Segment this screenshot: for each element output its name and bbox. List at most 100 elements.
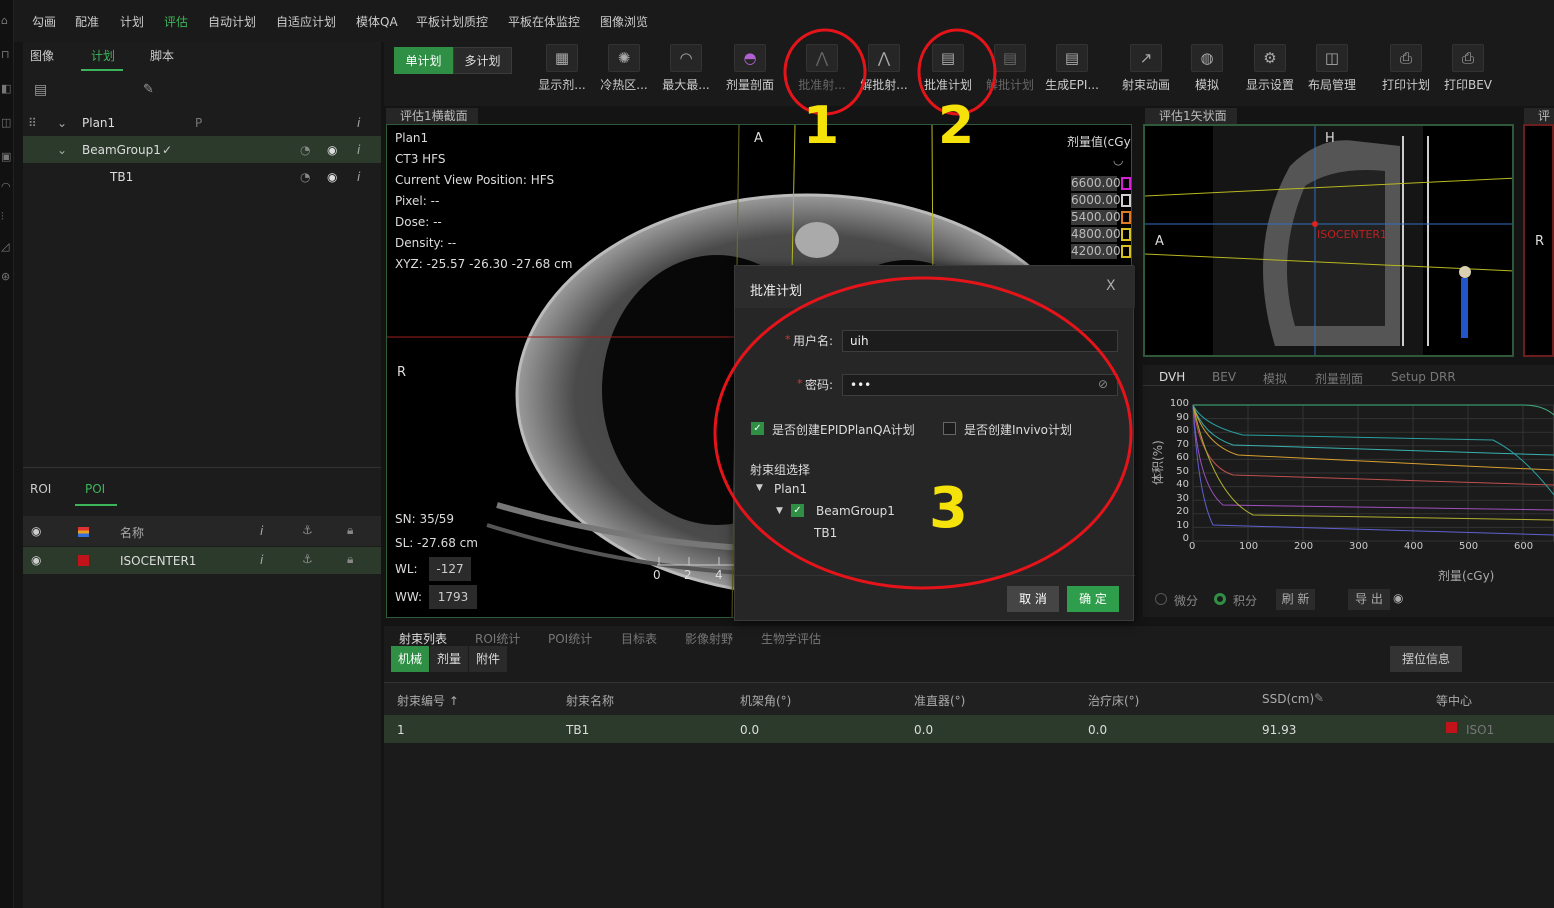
info-icon[interactable]: i — [260, 553, 263, 567]
subtab-dose[interactable]: 剂量 — [430, 646, 468, 672]
edit-icon[interactable]: ✎ — [143, 82, 154, 97]
new-plan-icon[interactable]: ▤ — [34, 82, 47, 98]
nav-icon[interactable]: ◧ — [1, 82, 11, 95]
tab-bev[interactable]: BEV — [1212, 370, 1236, 384]
menu-epid-plan-qc[interactable]: 平板计划质控 — [416, 13, 488, 30]
cancel-button[interactable]: 取 消 — [1007, 586, 1059, 612]
eye-icon[interactable]: ◉ — [31, 524, 41, 538]
eye-icon[interactable]: ◉ — [327, 143, 337, 157]
chevron-down-icon[interactable]: ⌄ — [57, 116, 67, 130]
nav-icon[interactable]: ⊓ — [1, 48, 10, 61]
tab-target-table[interactable]: 目标表 — [621, 630, 657, 647]
col-gantry[interactable]: 机架角(°) — [740, 692, 791, 709]
info-icon[interactable]: i — [357, 170, 360, 184]
tool-max-min[interactable]: ◠ 最大最... — [658, 42, 714, 106]
poi-row[interactable]: ◉ ISOCENTER1 i ⚓ 🔒︎ — [23, 547, 381, 574]
username-field[interactable]: uih — [842, 330, 1118, 352]
tool-hot-cold[interactable]: ✺ 冷热区... — [596, 42, 652, 106]
dvh-chart[interactable] — [1143, 395, 1554, 595]
tab-setup-drr[interactable]: Setup DRR — [1391, 370, 1456, 384]
tab-script[interactable]: 脚本 — [150, 47, 174, 64]
dose-level-row[interactable]: 6000.00 — [1071, 193, 1141, 209]
nav-icon[interactable]: ◿ — [1, 240, 9, 253]
dose-level-row[interactable]: 4800.00 — [1071, 227, 1141, 243]
differential-radio[interactable] — [1155, 593, 1167, 605]
lock-icon[interactable]: 🔒︎ — [347, 552, 353, 567]
col-collimator[interactable]: 准直器(°) — [914, 692, 965, 709]
tool-beam-animation[interactable]: ↗ 射束动画 — [1114, 42, 1178, 106]
chevron-down-icon[interactable]: ▼ — [756, 483, 763, 493]
nav-icon[interactable]: ▣ — [1, 150, 11, 163]
col-beam-number[interactable]: 射束编号 ↑ — [397, 692, 459, 709]
cell-isocenter[interactable]: ISO1 — [1466, 723, 1494, 737]
tab-roi[interactable]: ROI — [30, 482, 51, 496]
invivo-checkbox[interactable] — [943, 422, 956, 435]
tab-image[interactable]: 图像 — [30, 47, 54, 64]
tool-unapprove-plan[interactable]: ▤ 解批计划 — [982, 42, 1038, 106]
tab-dvh[interactable]: DVH — [1159, 370, 1185, 384]
coronal-viewport[interactable]: R — [1523, 124, 1554, 357]
dose-level-row[interactable]: 6600.00 — [1071, 176, 1141, 192]
tab-image-field[interactable]: 影像射野 — [685, 630, 733, 647]
single-plan-button[interactable]: 单计划 — [394, 47, 453, 74]
menu-phantom-qa[interactable]: 模体QA — [356, 13, 398, 30]
epid-checkbox[interactable]: ✓ — [751, 422, 764, 435]
info-icon[interactable]: i — [357, 143, 360, 157]
export-button[interactable]: 导 出 — [1348, 589, 1390, 610]
subtab-accessory[interactable]: 附件 — [469, 646, 507, 672]
close-icon[interactable]: X — [1106, 278, 1116, 294]
nav-icon[interactable]: ◠ — [1, 180, 11, 193]
eye-icon[interactable]: ◉ — [327, 170, 337, 184]
tool-unapprove-beam[interactable]: ⋀ 解批射... — [856, 42, 912, 106]
info-icon[interactable]: i — [357, 116, 360, 130]
tool-print-plan[interactable]: ⎙ 打印计划 — [1376, 42, 1436, 106]
nav-icon[interactable]: ⊛ — [1, 270, 10, 283]
anchor-icon[interactable]: ⚓ — [302, 552, 313, 566]
edit-icon[interactable]: ✎ — [1314, 691, 1324, 705]
integral-radio[interactable] — [1214, 593, 1226, 605]
eye-hidden-icon[interactable]: ⊘ — [1098, 377, 1108, 391]
beam-dose-icon[interactable]: ◔ — [300, 143, 310, 157]
ok-button[interactable]: 确 定 — [1067, 586, 1119, 612]
chevron-down-icon[interactable]: ▼ — [776, 506, 783, 516]
refresh-button[interactable]: 刷 新 — [1276, 589, 1315, 610]
table-row[interactable] — [384, 715, 1554, 743]
tool-simulate[interactable]: ◍ 模拟 — [1182, 42, 1232, 106]
col-beam-name[interactable]: 射束名称 — [566, 692, 614, 709]
drag-handle-icon[interactable]: ⠿ — [28, 116, 37, 130]
dose-level-row[interactable]: 4200.00 — [1071, 244, 1141, 260]
beam-dose-icon[interactable]: ◔ — [300, 170, 310, 184]
tool-display-settings[interactable]: ⚙ 显示设置 — [1240, 42, 1300, 106]
menu-adaptive-plan[interactable]: 自适应计划 — [276, 13, 336, 30]
tree-row-plan[interactable]: ⠿ ⌄ Plan1 P i — [23, 109, 381, 136]
wl-input[interactable]: -127 — [429, 557, 471, 581]
tree-row-beam[interactable]: TB1 ◔ ◉ i — [23, 163, 381, 190]
tab-roi-stats[interactable]: ROI统计 — [475, 630, 520, 647]
col-isocenter[interactable]: 等中心 — [1436, 692, 1472, 709]
sagittal-viewport[interactable]: H A ISOCENTER1 — [1143, 124, 1514, 357]
eye-hidden-icon[interactable]: ◡ — [1113, 153, 1123, 167]
tool-generate-epid[interactable]: ▤ 生成EPI... — [1044, 42, 1100, 106]
nav-icon[interactable]: ◫ — [1, 116, 11, 129]
eye-icon[interactable]: ◉ — [31, 553, 41, 567]
tab-beam-list[interactable]: 射束列表 — [399, 630, 447, 647]
menu-contour[interactable]: 勾画 — [32, 13, 56, 30]
col-ssd[interactable]: SSD(cm) — [1262, 692, 1314, 706]
multi-plan-button[interactable]: 多计划 — [453, 47, 512, 74]
password-field[interactable]: ••• — [842, 374, 1118, 396]
tool-print-bev[interactable]: ⎙ 打印BEV — [1438, 42, 1498, 106]
tab-bio-eval[interactable]: 生物学评估 — [761, 630, 821, 647]
tool-layout[interactable]: ◫ 布局管理 — [1302, 42, 1362, 106]
dose-level-row[interactable]: 5400.00 — [1071, 210, 1141, 226]
menu-image-browse[interactable]: 图像浏览 — [600, 13, 648, 30]
tree-row-beamgroup[interactable]: ⌄ BeamGroup1 ✓ ◔ ◉ i — [23, 136, 381, 163]
tool-show-dose[interactable]: ▦ 显示剂... — [534, 42, 590, 106]
ww-input[interactable]: 1793 — [429, 585, 477, 609]
col-couch[interactable]: 治疗床(°) — [1088, 692, 1139, 709]
menu-auto-plan[interactable]: 自动计划 — [208, 13, 256, 30]
tool-dose-profile[interactable]: ◓ 剂量剖面 — [720, 42, 780, 106]
poi-color-swatch[interactable] — [78, 555, 89, 566]
menu-epid-invivo[interactable]: 平板在体监控 — [508, 13, 580, 30]
tab-plan[interactable]: 计划 — [91, 47, 115, 64]
nav-icon[interactable]: ⫶ — [1, 210, 4, 224]
